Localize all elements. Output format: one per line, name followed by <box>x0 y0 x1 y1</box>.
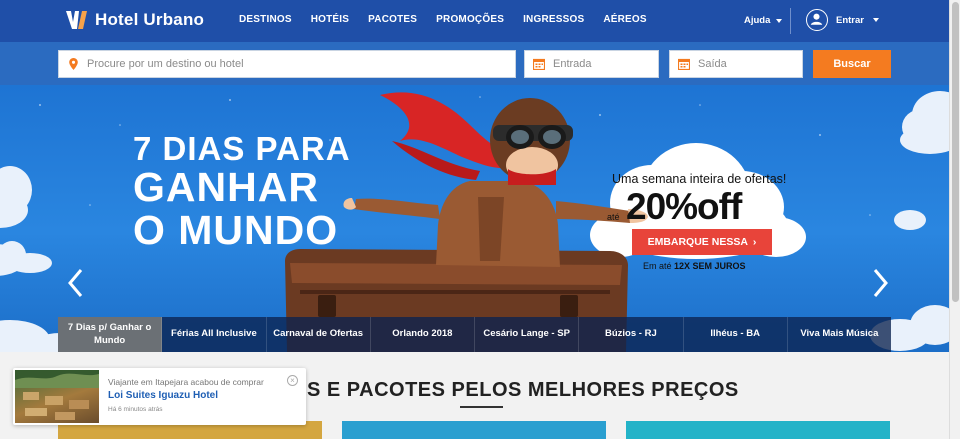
chevron-down-icon <box>872 18 879 22</box>
nav-destinos[interactable]: DESTINOS <box>239 14 292 25</box>
nav-pacotes[interactable]: PACOTES <box>368 14 417 25</box>
carousel-tabs: 7 Dias p/ Ganhar o Mundo Férias All Incl… <box>58 317 891 352</box>
checkin-field[interactable]: Entrada <box>524 50 659 78</box>
checkout-field[interactable]: Saída <box>669 50 803 78</box>
tab-ferias-all-inclusive[interactable]: Férias All Inclusive <box>162 317 267 352</box>
chevron-right-icon: › <box>752 236 757 248</box>
page-scrollbar[interactable] <box>949 0 960 439</box>
offer-subtitle: Uma semana inteira de ofertas! <box>612 172 787 186</box>
login-menu[interactable]: Entrar <box>806 9 879 31</box>
hero-title-line3: O MUNDO <box>133 207 339 253</box>
destination-placeholder: Procure por um destino ou hotel <box>87 58 244 70</box>
purchase-notification[interactable]: Viajante em Itapejara acabou de comprar … <box>13 368 306 425</box>
checkout-placeholder: Saída <box>698 58 727 70</box>
chevron-down-icon <box>776 18 783 23</box>
close-icon[interactable]: × <box>287 375 298 386</box>
section-title: S E PACOTES PELOS MELHORES PREÇOS <box>307 379 739 401</box>
scrollbar-thumb[interactable] <box>952 2 959 302</box>
tab-cesario-lange[interactable]: Cesário Lange - SP <box>475 317 580 352</box>
embarque-label: EMBARQUE NESSA <box>647 236 748 248</box>
chevron-left-icon <box>68 269 83 297</box>
hotel-thumbnail <box>15 370 99 423</box>
login-label: Entrar <box>836 14 864 26</box>
tab-orlando-2018[interactable]: Orlando 2018 <box>371 317 475 352</box>
calendar-icon <box>533 58 545 70</box>
notification-hotel-link[interactable]: Loi Suites Iguazu Hotel <box>108 390 218 401</box>
hero-title: 7 DIAS PARA GANHAR O MUNDO <box>133 132 351 251</box>
nav-promocoes[interactable]: PROMOÇÕES <box>436 14 504 25</box>
search-button[interactable]: Buscar <box>813 50 891 78</box>
tab-carnaval-de-ofertas[interactable]: Carnaval de Ofertas <box>267 317 371 352</box>
header-divider <box>790 8 791 34</box>
logo-icon <box>66 11 87 29</box>
notification-text: Viajante em Itapejara acabou de comprar <box>108 377 264 387</box>
top-header: Hotel Urbano DESTINOS HOTÉIS PACOTES PRO… <box>0 0 949 42</box>
installments-text: Em até 12X SEM JUROS <box>643 261 746 271</box>
brand-name: Hotel Urbano <box>95 10 205 29</box>
checkin-placeholder: Entrada <box>553 58 592 70</box>
offer-card[interactable] <box>342 421 606 439</box>
chevron-right-icon <box>873 269 888 297</box>
nav-ingressos[interactable]: INGRESSOS <box>523 14 584 25</box>
calendar-icon <box>678 58 690 70</box>
hero-title-line1: 7 DIAS PARA <box>133 130 351 167</box>
tab-viva-mais-musica[interactable]: Viva Mais Música <box>788 317 891 352</box>
location-pin-icon <box>69 58 78 70</box>
carousel-next-button[interactable] <box>870 268 890 298</box>
installments-prefix: Em até <box>643 261 672 271</box>
help-label: Ajuda <box>744 15 771 26</box>
section-underline <box>460 406 503 408</box>
user-icon <box>806 9 828 31</box>
embarque-button[interactable]: EMBARQUE NESSA › <box>632 229 772 255</box>
brand-logo[interactable]: Hotel Urbano <box>64 9 204 31</box>
offer-card[interactable] <box>626 421 890 439</box>
offer-prefix: até <box>607 212 620 222</box>
hero-title-line2: GANHAR <box>133 164 319 210</box>
nav-hoteis[interactable]: HOTÉIS <box>311 14 349 25</box>
carousel-prev-button[interactable] <box>66 268 86 298</box>
main-nav: DESTINOS HOTÉIS PACOTES PROMOÇÕES INGRES… <box>239 14 666 25</box>
installments-bold: 12X SEM JUROS <box>674 261 746 271</box>
tab-buzios[interactable]: Búzios - RJ <box>579 317 684 352</box>
offer-value: 20%off <box>626 186 742 227</box>
destination-field[interactable]: Procure por um destino ou hotel <box>58 50 516 78</box>
tab-7-dias[interactable]: 7 Dias p/ Ganhar o Mundo <box>58 317 163 352</box>
notification-time: Há 6 minutos atrás <box>108 406 163 413</box>
nav-aereos[interactable]: AÉREOS <box>603 14 646 25</box>
tab-ilheus[interactable]: Ilhéus - BA <box>684 317 788 352</box>
help-menu[interactable]: Ajuda <box>744 15 783 26</box>
